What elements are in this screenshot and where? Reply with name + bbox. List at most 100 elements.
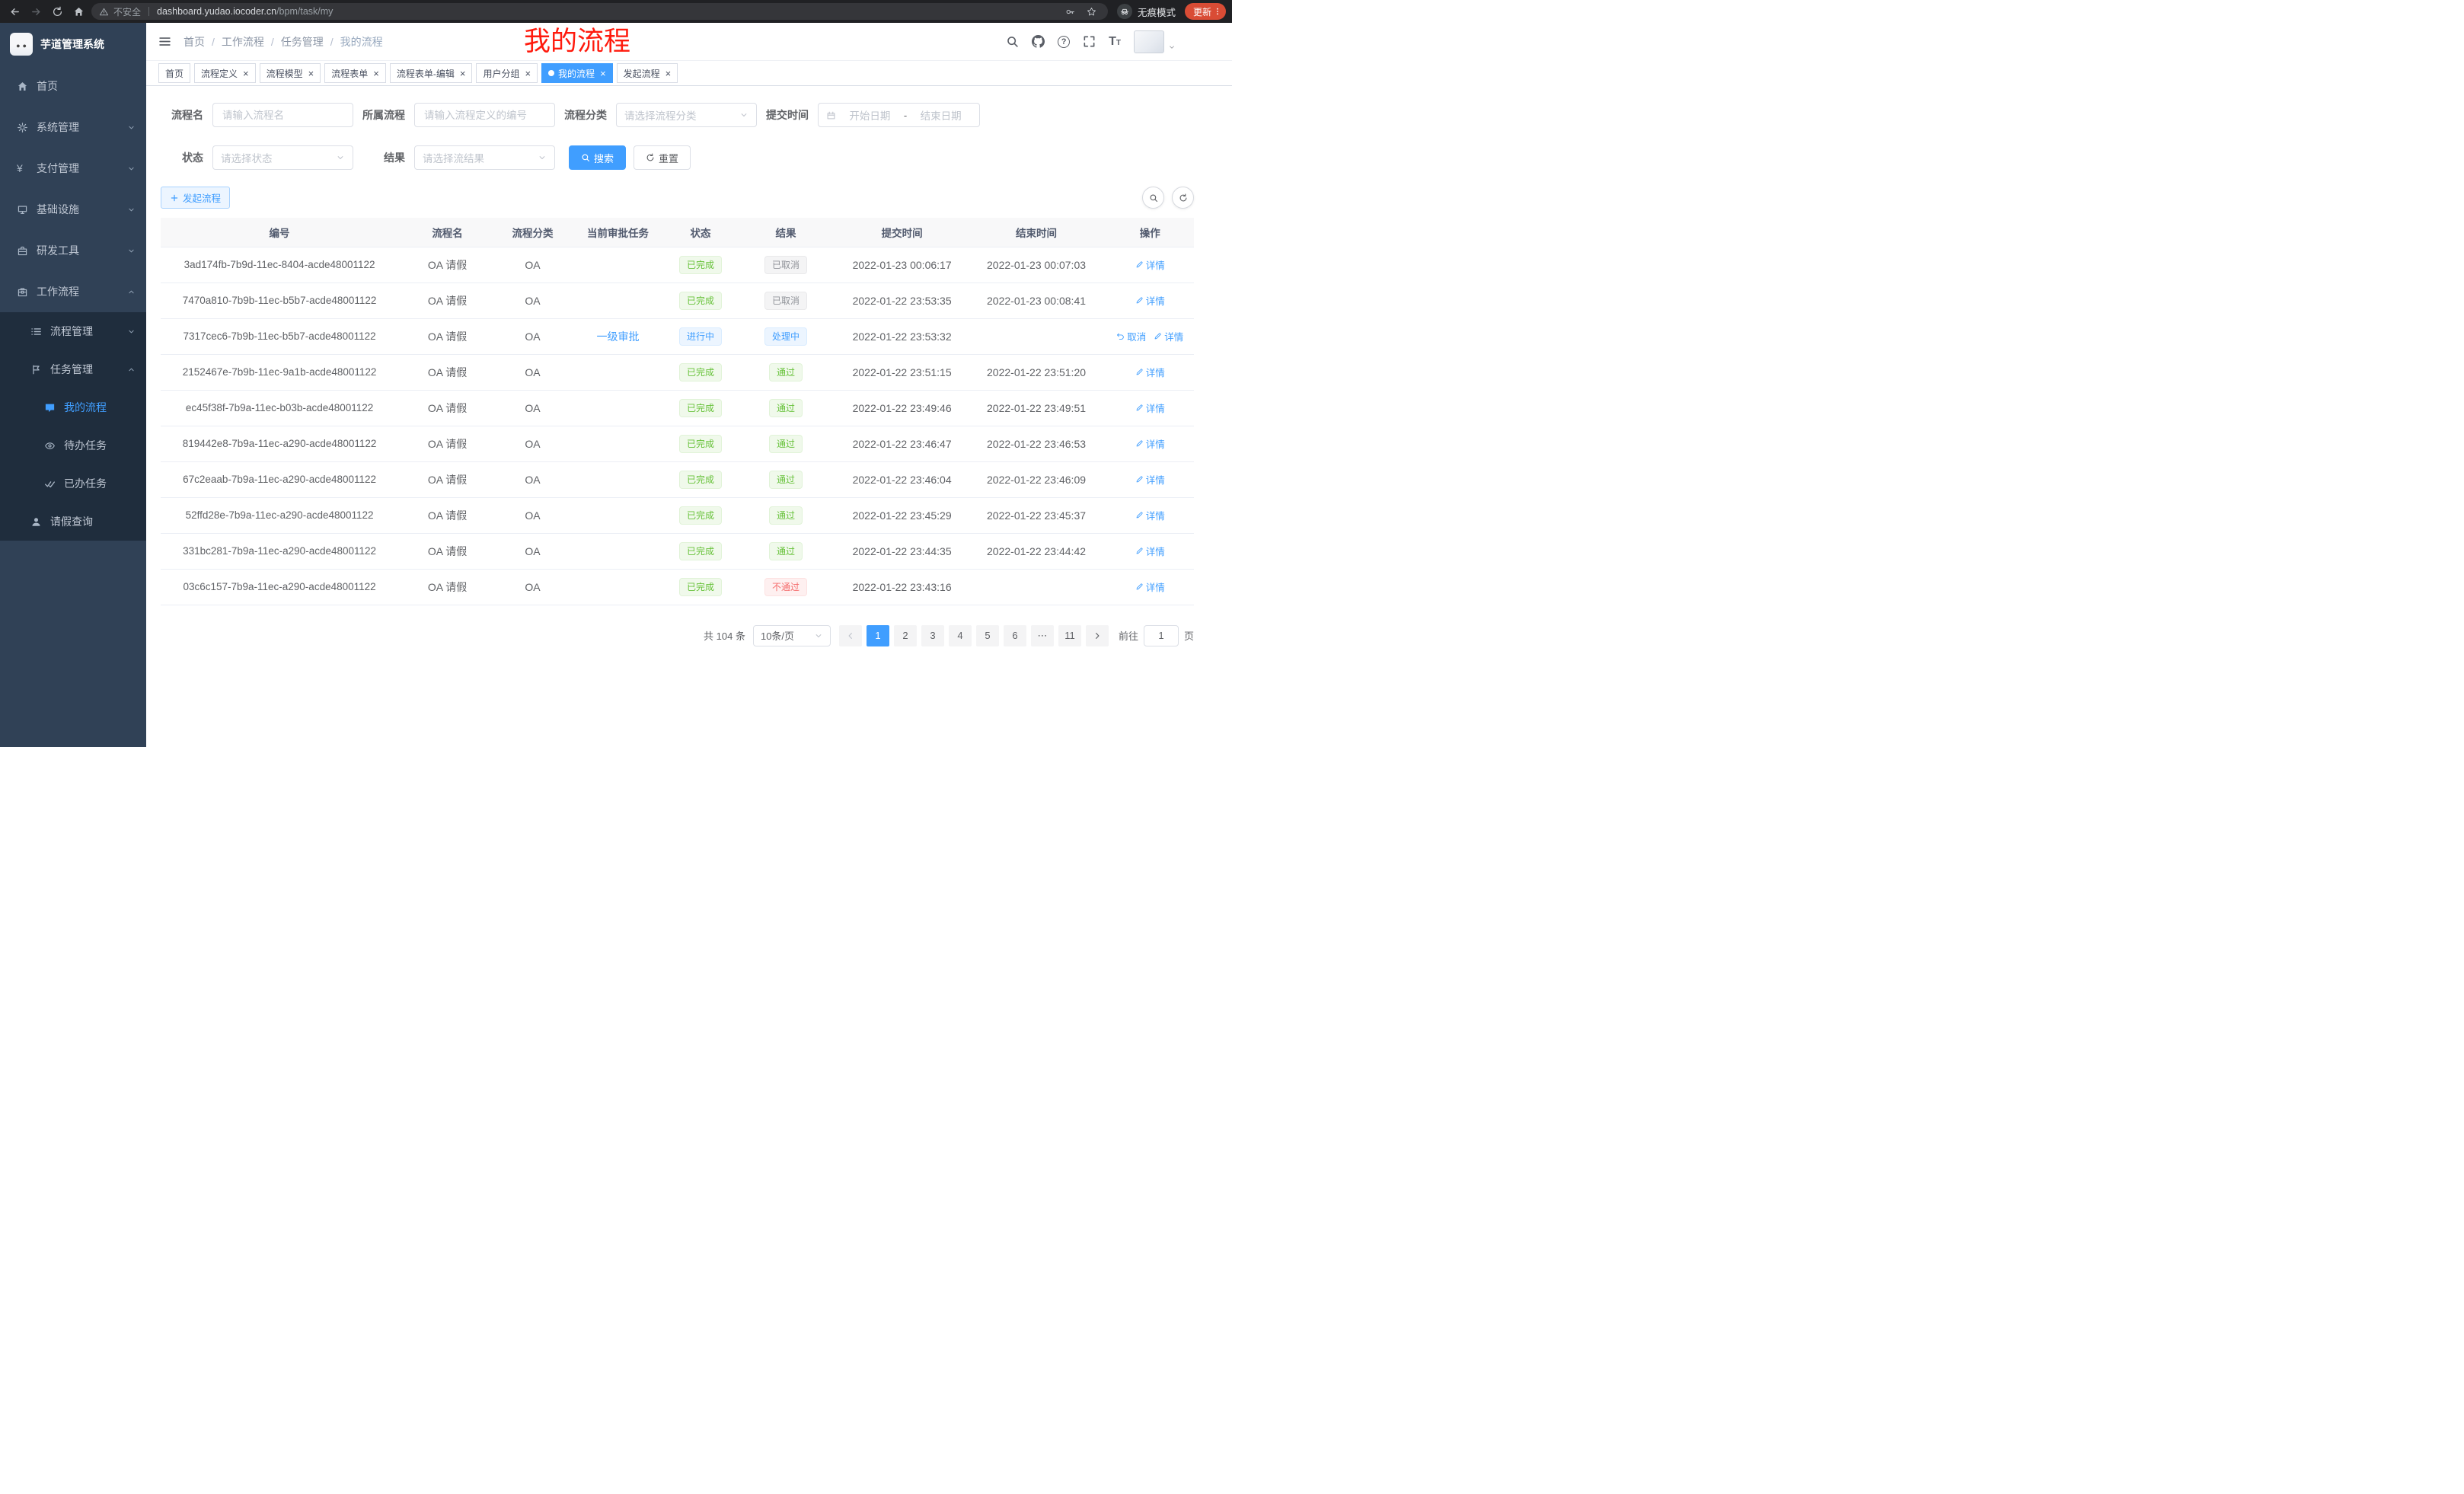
- column-header: 操作: [1106, 218, 1194, 247]
- tab-2[interactable]: 流程模型 ×: [260, 63, 321, 83]
- sidebar-item-workflow[interactable]: 工作流程: [0, 271, 146, 312]
- page-5-button[interactable]: 5: [976, 625, 999, 646]
- refresh-table-button[interactable]: [1172, 187, 1194, 209]
- breadcrumb: 首页/工作流程/任务管理/我的流程: [184, 34, 383, 49]
- sidebar-item-dev-tools[interactable]: 研发工具: [0, 230, 146, 271]
- detail-link[interactable]: 详情: [1135, 257, 1165, 272]
- sidebar-item-todo-tasks[interactable]: 待办任务: [0, 426, 146, 464]
- kebab-menu-icon[interactable]: [1213, 7, 1222, 16]
- prev-page-button[interactable]: [839, 625, 862, 646]
- filter-label-result: 结果: [359, 150, 405, 165]
- detail-link[interactable]: 详情: [1135, 508, 1165, 522]
- sidebar-item-process-management[interactable]: 流程管理: [0, 312, 146, 350]
- url-host: dashboard.yudao.iocoder.cn: [157, 6, 276, 17]
- key-icon[interactable]: [1062, 3, 1079, 20]
- page-3-button[interactable]: 3: [921, 625, 944, 646]
- url-text[interactable]: dashboard.yudao.iocoder.cn/bpm/task/my: [157, 6, 1058, 17]
- sidebar-item-home[interactable]: 首页: [0, 65, 146, 107]
- close-icon[interactable]: ×: [665, 69, 672, 78]
- result-tag: 通过: [769, 542, 803, 560]
- hamburger-icon[interactable]: [158, 35, 171, 48]
- column-header: 提交时间: [838, 218, 967, 247]
- next-page-button[interactable]: [1086, 625, 1109, 646]
- avatar[interactable]: [1134, 30, 1176, 53]
- detail-link[interactable]: 详情: [1135, 401, 1165, 415]
- bookmark-star-icon[interactable]: [1084, 3, 1100, 20]
- tab-3[interactable]: 流程表单×: [324, 63, 386, 83]
- process-definition-input[interactable]: [414, 103, 555, 127]
- page-11-button[interactable]: 11: [1058, 625, 1081, 646]
- help-icon[interactable]: ?: [1058, 36, 1070, 48]
- page-4-button[interactable]: 4: [949, 625, 972, 646]
- process-name: OA 请假: [398, 247, 496, 283]
- reset-button[interactable]: 重置: [634, 145, 691, 170]
- detail-link[interactable]: 详情: [1135, 436, 1165, 451]
- result-select[interactable]: 请选择流结果: [414, 145, 555, 170]
- close-icon[interactable]: ×: [373, 69, 379, 78]
- sidebar-item-done-tasks[interactable]: 已办任务: [0, 464, 146, 503]
- sidebar-item-leave-query[interactable]: 请假查询: [0, 503, 146, 541]
- search-button[interactable]: 搜索: [569, 145, 626, 170]
- status-select[interactable]: 请选择状态: [212, 145, 353, 170]
- search-icon[interactable]: [1006, 35, 1019, 48]
- goto-page-input[interactable]: [1144, 625, 1179, 646]
- sidebar-item-payment-management[interactable]: ¥支付管理: [0, 148, 146, 189]
- browser-home-icon[interactable]: [70, 3, 87, 20]
- sidebar-item-task-management[interactable]: 任务管理: [0, 350, 146, 388]
- tab-label: 流程模型: [267, 67, 303, 80]
- status-tag: 已完成: [679, 471, 722, 489]
- current-task-link[interactable]: 一级审批: [596, 330, 639, 343]
- security-label[interactable]: 不安全: [113, 5, 141, 18]
- tab-5[interactable]: 用户分组×: [476, 63, 538, 83]
- breadcrumb-item[interactable]: 工作流程: [222, 34, 264, 49]
- breadcrumb-item[interactable]: 首页: [184, 34, 205, 49]
- sidebar-item-infrastructure[interactable]: 基础设施: [0, 189, 146, 230]
- browser-back-icon[interactable]: [6, 3, 23, 20]
- close-icon[interactable]: ×: [600, 69, 606, 78]
- navbar: 首页/工作流程/任务管理/我的流程 我的流程 ? TT: [146, 23, 1232, 61]
- detail-link[interactable]: 详情: [1135, 472, 1165, 487]
- close-icon[interactable]: ×: [460, 69, 466, 78]
- cancel-link[interactable]: 取消: [1116, 329, 1146, 343]
- font-size-icon[interactable]: TT: [1109, 36, 1121, 48]
- process-name-input[interactable]: [212, 103, 353, 127]
- update-button[interactable]: 更新: [1185, 3, 1226, 20]
- result-tag: 通过: [769, 363, 803, 381]
- fullscreen-icon[interactable]: [1083, 35, 1096, 48]
- sidebar-item-my-process[interactable]: 我的流程: [0, 388, 146, 426]
- detail-link[interactable]: 详情: [1135, 293, 1165, 308]
- close-icon[interactable]: ×: [243, 69, 249, 78]
- page-2-button[interactable]: 2: [894, 625, 917, 646]
- close-icon[interactable]: ×: [308, 69, 314, 78]
- tab-7[interactable]: 发起流程×: [617, 63, 678, 83]
- browser-forward-icon[interactable]: [27, 3, 44, 20]
- logo[interactable]: 芋道管理系统: [0, 23, 146, 65]
- close-icon[interactable]: ×: [525, 69, 531, 78]
- page-1-button[interactable]: 1: [867, 625, 889, 646]
- current-task-cell: [569, 390, 667, 426]
- category-select[interactable]: 请选择流程分类: [616, 103, 757, 127]
- infra-icon: [17, 204, 29, 215]
- breadcrumb-item[interactable]: 任务管理: [281, 34, 324, 49]
- toggle-search-button[interactable]: [1142, 187, 1164, 209]
- detail-link[interactable]: 详情: [1135, 579, 1165, 594]
- detail-link[interactable]: 详情: [1154, 329, 1183, 343]
- tab-6-active[interactable]: 我的流程×: [541, 63, 613, 83]
- address-bar[interactable]: 不安全 dashboard.yudao.iocoder.cn/bpm/task/…: [91, 3, 1108, 20]
- page-6-button[interactable]: 6: [1004, 625, 1026, 646]
- tab-1[interactable]: 流程定义×: [194, 63, 256, 83]
- tab-0[interactable]: 首页: [158, 63, 190, 83]
- detail-link[interactable]: 详情: [1135, 365, 1165, 379]
- process-category: OA: [496, 283, 569, 318]
- end-time: 2022-01-22 23:51:20: [966, 354, 1106, 390]
- github-icon[interactable]: [1032, 35, 1045, 48]
- tab-4[interactable]: 流程表单-编辑×: [390, 63, 473, 83]
- submit-time-range-picker[interactable]: 开始日期 - 结束日期: [818, 103, 980, 127]
- sidebar-item-system-management[interactable]: 系统管理: [0, 107, 146, 148]
- create-process-button[interactable]: 发起流程: [161, 187, 230, 209]
- pagination-pages: 123456⋯11: [864, 625, 1084, 646]
- browser-reload-icon[interactable]: [49, 3, 65, 20]
- detail-link[interactable]: 详情: [1135, 544, 1165, 558]
- result-cell: 通过: [734, 497, 838, 533]
- page-size-select[interactable]: 10条/页: [753, 625, 831, 646]
